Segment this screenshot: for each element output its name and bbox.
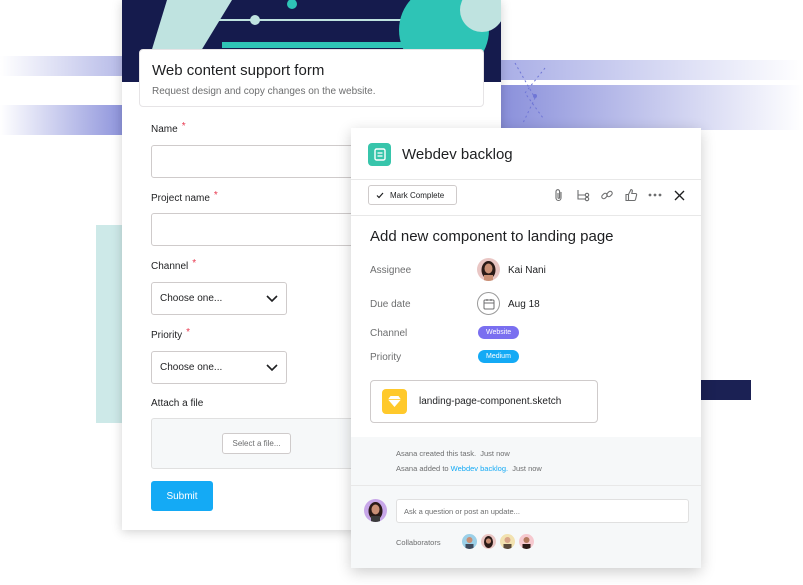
name-label-text: Name [151, 124, 178, 135]
collaborator-avatar[interactable] [462, 534, 477, 549]
project-link[interactable]: Webdev backlog. [451, 464, 508, 473]
submit-button[interactable]: Submit [151, 481, 213, 511]
attachment-name: landing-page-component.sketch [419, 396, 562, 407]
collaborator-face-icon [481, 534, 496, 549]
project-icon [368, 143, 391, 166]
ellipsis-icon [648, 193, 662, 197]
check-icon [376, 192, 384, 198]
activity-time: Just now [512, 464, 542, 473]
priority-select[interactable]: Choose one... [151, 351, 287, 384]
due-date-label: Due date [370, 299, 411, 310]
channel-pill[interactable]: Website [478, 326, 520, 339]
sparkle-decoration [514, 62, 546, 124]
comment-input[interactable]: Ask a question or post an update... [396, 499, 689, 523]
activity-text: added to [419, 464, 449, 473]
attach-field-label: Attach a file [151, 398, 204, 409]
activity-item: Asana created this task. Just now [396, 449, 510, 458]
due-date-button[interactable] [477, 292, 500, 315]
collaborator-avatar[interactable] [481, 534, 496, 549]
project-field-label: Project name * [151, 190, 218, 204]
form-header: Web content support form Request design … [139, 49, 484, 107]
assignee-label: Assignee [370, 265, 412, 276]
divider [351, 215, 701, 216]
project-label-text: Project name [151, 193, 210, 204]
avatar[interactable] [477, 258, 500, 281]
collaborator-face-icon [500, 534, 515, 549]
attachment-icon[interactable] [551, 187, 567, 203]
form-icon [373, 148, 386, 161]
task-title[interactable]: Add new component to landing page [370, 228, 614, 245]
channel-label: Channel [370, 328, 408, 339]
chevron-down-icon [266, 363, 278, 371]
due-date-value[interactable]: Aug 18 [508, 299, 540, 310]
mark-complete-button[interactable]: Mark Complete [368, 185, 457, 205]
copy-link-icon[interactable] [599, 187, 615, 203]
comment-section: Ask a question or post an update... Coll… [351, 485, 701, 568]
close-icon [674, 190, 684, 200]
channel-label-text: Channel [151, 261, 189, 272]
activity-time: Just now [480, 449, 510, 458]
collaborator-avatar[interactable] [500, 534, 515, 549]
collaborator-avatar[interactable] [519, 534, 534, 549]
decor-navy-block [701, 380, 751, 400]
activity-actor: Asana [396, 449, 418, 458]
priority-field-label: Priority * [151, 327, 191, 341]
chevron-down-icon [266, 294, 278, 302]
link-icon [601, 190, 613, 200]
channel-select[interactable]: Choose one... [151, 282, 287, 315]
collaborator-face-icon [519, 534, 534, 549]
like-icon[interactable] [623, 187, 639, 203]
collaborator-face-icon [462, 534, 477, 549]
paperclip-icon [555, 189, 562, 202]
decor-teal-block [96, 225, 122, 423]
task-detail-panel: Webdev backlog Mark Complete Add new com… [351, 128, 701, 568]
calendar-icon [483, 298, 494, 309]
priority-label: Priority [370, 352, 402, 363]
required-marker: * [181, 121, 186, 132]
priority-select-value: Choose one... [160, 362, 223, 373]
activity-actor: Asana [396, 464, 418, 473]
activity-feed: Asana created this task. Just now Asana … [351, 437, 701, 485]
decor-stripe-left-2 [0, 105, 122, 135]
required-marker: * [192, 258, 197, 269]
thumbs-up-icon [625, 188, 638, 202]
assignee-avatar [477, 258, 500, 281]
panel-header: Webdev backlog [351, 128, 701, 180]
attachment-card[interactable]: landing-page-component.sketch [370, 380, 598, 423]
form-subtitle: Request design and copy changes on the w… [152, 86, 376, 97]
channel-select-value: Choose one... [160, 293, 223, 304]
name-field-label: Name * [151, 121, 186, 135]
required-marker: * [186, 327, 191, 338]
subtask-tree-icon [577, 190, 590, 202]
sketch-file-icon [382, 389, 407, 414]
form-title: Web content support form [152, 62, 325, 79]
priority-pill[interactable]: Medium [478, 350, 519, 363]
activity-item: Asana added to Webdev backlog. Just now [396, 464, 542, 473]
user-avatar [364, 499, 387, 522]
decor-bottom-block [701, 553, 803, 585]
required-marker: * [213, 190, 218, 201]
project-name[interactable]: Webdev backlog [402, 146, 513, 163]
mark-complete-label: Mark Complete [390, 190, 445, 200]
decor-stripe-left [0, 56, 122, 76]
collaborators-label: Collaborators [396, 538, 441, 547]
close-button[interactable] [671, 187, 687, 203]
more-options-icon[interactable] [647, 187, 663, 203]
activity-text: created this task. [419, 449, 477, 458]
priority-label-text: Priority [151, 330, 183, 341]
channel-field-label: Channel * [151, 258, 197, 272]
subtask-icon[interactable] [575, 187, 591, 203]
avatar [364, 499, 387, 522]
assignee-name[interactable]: Kai Nani [508, 265, 546, 276]
select-file-button[interactable]: Select a file... [222, 433, 291, 454]
diamond-icon [388, 396, 401, 407]
